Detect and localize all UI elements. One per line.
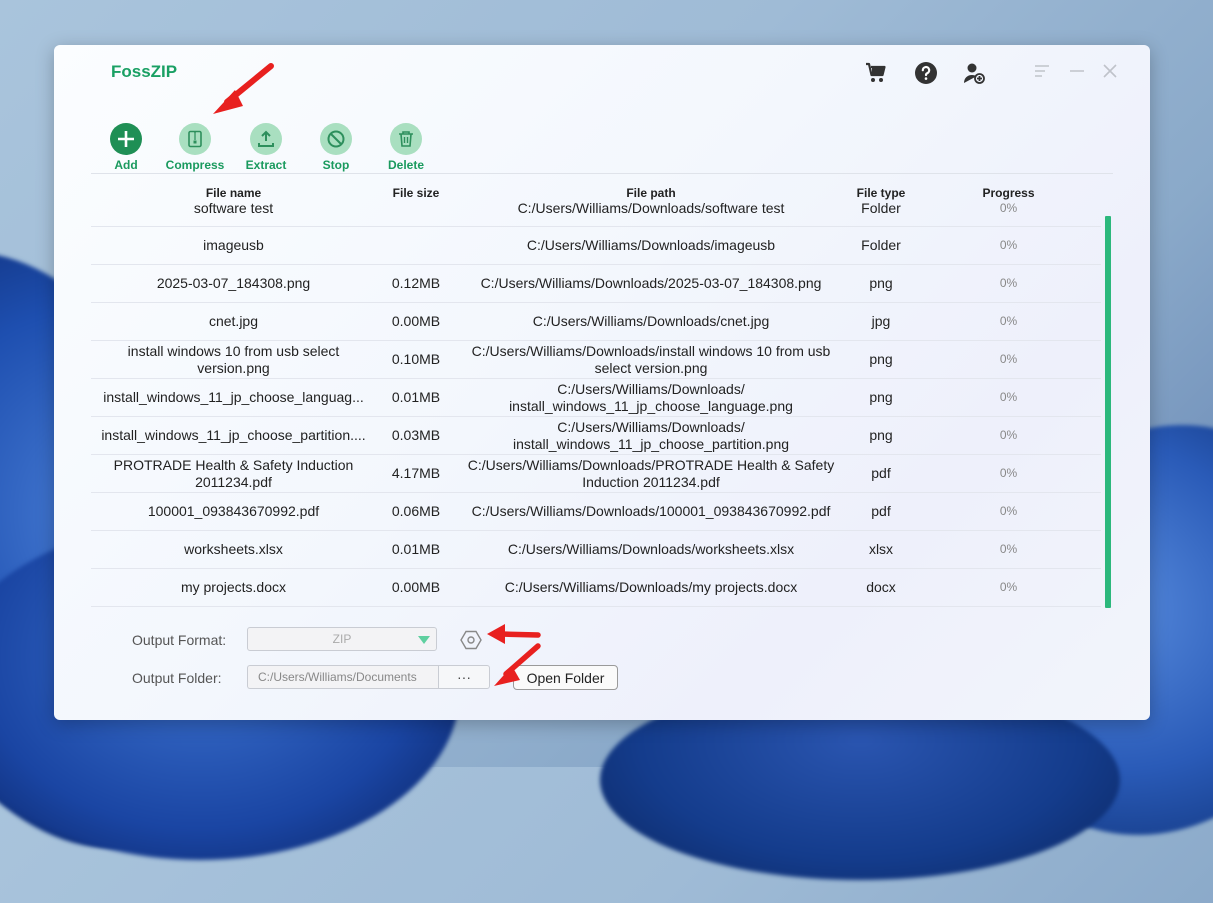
file-size-cell: 0.00MB — [391, 579, 441, 595]
table-row[interactable]: imageusb C:/Users/Williams/Downloads/imag… — [91, 227, 1101, 265]
file-path-cell: C:/Users/Williams/Downloads/cnet.jpg — [532, 313, 770, 329]
progress-cell: 0% — [999, 238, 1018, 252]
app-title: FossZIP — [111, 62, 178, 81]
file-path-cell: C:/Users/Williams/Downloads/ install_win… — [509, 380, 793, 414]
file-name-cell: 100001_093843670992.pdf — [147, 503, 320, 519]
file-name-cell: install_windows_11_jp_choose_languag... — [103, 389, 364, 405]
upload-icon — [258, 130, 274, 147]
output-format-label: Output Format: — [132, 632, 227, 648]
close-icon[interactable] — [1102, 63, 1118, 79]
file-type-cell: pdf — [871, 503, 891, 519]
progress-cell: 0% — [999, 352, 1018, 366]
file-name-cell: software test — [193, 200, 274, 216]
file-size-cell: 0.12MB — [391, 275, 441, 291]
annotation-arrow-icon — [213, 63, 274, 114]
zip-file-icon — [188, 130, 202, 148]
progress-cell: 0% — [999, 466, 1018, 480]
file-type-cell: Folder — [861, 237, 901, 253]
file-type-cell: png — [869, 389, 893, 405]
file-name-cell: install_windows_11_jp_choose_partition..… — [101, 427, 366, 443]
help-icon[interactable] — [914, 61, 938, 85]
progress-cell: 0% — [999, 428, 1018, 442]
file-path-cell: C:/Users/Williams/Downloads/PROTRADE Hea… — [467, 456, 835, 490]
output-folder-label: Output Folder: — [132, 670, 222, 686]
progress-cell: 0% — [999, 504, 1018, 518]
annotation-arrow-icon — [494, 643, 541, 686]
file-type-cell: Folder — [861, 200, 901, 216]
table-row[interactable]: 2025-03-07_184308.png 0.12MB C:/Users/Will… — [91, 265, 1101, 303]
account-icon[interactable] — [962, 61, 986, 85]
file-size-cell: 0.01MB — [391, 389, 441, 405]
progress-cell: 0% — [999, 314, 1018, 328]
file-type-cell: jpg — [871, 313, 891, 329]
file-size-cell: 0.10MB — [391, 351, 441, 367]
table-row[interactable]: cnet.jpg 0.00MB C:/Users/Williams/Download… — [91, 303, 1101, 341]
file-type-cell: png — [869, 351, 893, 367]
file-size-cell: 0.01MB — [391, 541, 441, 557]
file-path-cell: C:/Users/Williams/Downloads/software tes… — [517, 200, 785, 216]
file-name-cell: PROTRADE Health & Safety Induction 20112… — [113, 456, 354, 490]
table-row[interactable]: worksheets.xlsx 0.01MB C:/Users/Williams/D… — [91, 531, 1101, 569]
app-window: FossZIP Add Compress Extract Stop Delete… — [54, 45, 1150, 720]
table-row[interactable]: install_windows_11_jp_choose_languag... 0… — [91, 379, 1101, 417]
progress-cell: 0% — [999, 201, 1018, 215]
file-type-cell: png — [869, 427, 893, 443]
scrollbar-thumb[interactable] — [1105, 216, 1111, 608]
output-format-value: ZIP — [332, 632, 352, 646]
menu-icon[interactable] — [1034, 63, 1050, 79]
progress-cell: 0% — [999, 390, 1018, 404]
file-name-cell: 2025-03-07_184308.png — [156, 275, 311, 291]
table-row[interactable]: software test C:/Users/Williams/Downloads… — [91, 200, 1101, 227]
stop-button[interactable]: Stop — [301, 123, 371, 172]
file-size-cell: 0.00MB — [391, 313, 441, 329]
output-panel: Output Format: ZIP Output Folder: C:/Use… — [54, 615, 1150, 715]
file-type-cell: pdf — [871, 465, 891, 481]
file-path-cell: C:/Users/Williams/Downloads/ install_win… — [512, 418, 790, 452]
table-row[interactable]: 100001_093843670992.pdf 0.06MB C:/Users/Wi… — [91, 493, 1101, 531]
chevron-down-icon — [418, 636, 430, 644]
table-row[interactable]: PROTRADE Health & Safety Induction 20112… — [91, 455, 1101, 493]
file-type-cell: png — [869, 275, 893, 291]
extract-button[interactable]: Extract — [231, 123, 301, 172]
progress-cell: 0% — [999, 276, 1018, 290]
file-path-cell: C:/Users/Williams/Downloads/worksheets.x… — [507, 541, 795, 557]
browse-folder-button[interactable]: ··· — [438, 665, 490, 689]
plus-icon — [118, 131, 134, 147]
output-format-select[interactable]: ZIP — [247, 627, 437, 651]
file-path-cell: C:/Users/Williams/Downloads/my projects.… — [504, 579, 798, 595]
minimize-icon[interactable] — [1069, 63, 1085, 79]
file-name-cell: install windows 10 from usb select versi… — [127, 342, 340, 376]
file-type-cell: xlsx — [868, 541, 894, 557]
stop-icon — [327, 130, 345, 148]
progress-cell: 0% — [999, 542, 1018, 556]
trash-icon — [399, 131, 413, 147]
file-size-cell: 4.17MB — [391, 465, 441, 481]
table-row[interactable]: install_windows_11_jp_choose_partition..… — [91, 417, 1101, 455]
file-name-cell: imageusb — [203, 237, 264, 253]
file-path-cell: C:/Users/Williams/Downloads/imageusb — [526, 237, 776, 253]
output-folder-input[interactable]: C:/Users/Williams/Documents — [247, 665, 439, 689]
table-row[interactable]: my projects.docx 0.00MB C:/Users/Williams/… — [91, 569, 1101, 607]
file-path-cell: C:/Users/Williams/Downloads/2025-03-07_1… — [480, 275, 822, 291]
cart-icon[interactable] — [864, 61, 888, 85]
table-row[interactable]: install windows 10 from usb select versi… — [91, 341, 1101, 379]
file-table: File name File size File path File type … — [91, 173, 1113, 608]
delete-button[interactable]: Delete — [371, 123, 441, 172]
progress-cell: 0% — [999, 580, 1018, 594]
compress-button[interactable]: Compress — [160, 123, 230, 172]
file-path-cell: C:/Users/Williams/Downloads/100001_09384… — [471, 503, 831, 519]
file-path-cell: C:/Users/Williams/Downloads/install wind… — [471, 342, 831, 376]
file-type-cell: docx — [866, 579, 896, 595]
file-size-cell: 0.06MB — [391, 503, 441, 519]
file-size-cell: 0.03MB — [391, 427, 441, 443]
file-name-cell: my projects.docx — [180, 579, 287, 595]
file-name-cell: worksheets.xlsx — [184, 541, 283, 557]
table-body: software test C:/Users/Williams/Downloads… — [91, 200, 1101, 607]
settings-hex-icon[interactable] — [460, 629, 482, 651]
add-button[interactable]: Add — [91, 123, 161, 172]
file-name-cell: cnet.jpg — [208, 313, 259, 329]
table-scrollbar[interactable] — [1104, 212, 1112, 608]
